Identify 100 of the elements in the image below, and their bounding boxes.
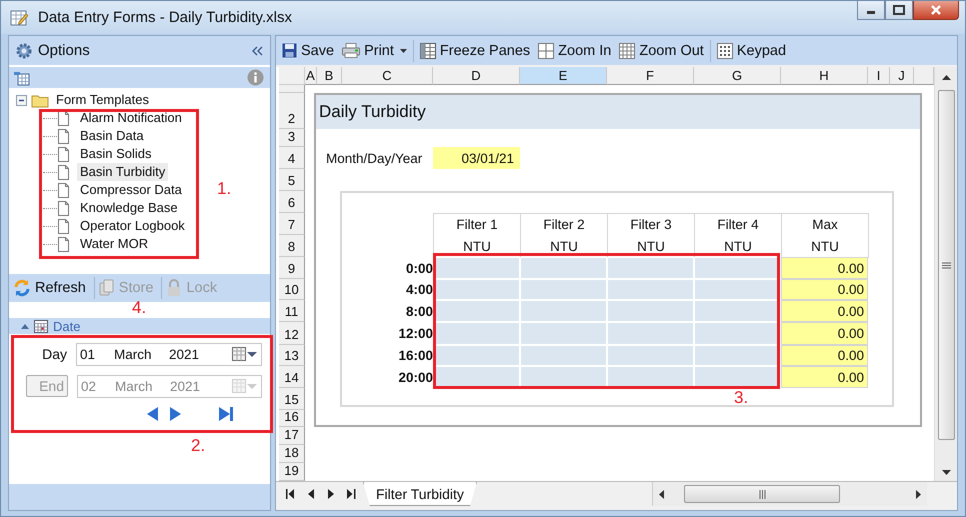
section-header[interactable]: Date [9, 318, 270, 334]
row-header[interactable]: 10 [279, 279, 305, 300]
row-header[interactable]: 14 [279, 366, 305, 388]
column-header[interactable]: I [868, 67, 890, 85]
row-header[interactable]: 3 [279, 129, 305, 147]
row-header[interactable]: 15 [279, 388, 305, 410]
tree-item[interactable]: Compressor Data [77, 181, 185, 199]
column-header[interactable]: B [317, 67, 342, 85]
row-header[interactable]: 13 [279, 345, 305, 366]
column-header[interactable]: D [433, 67, 520, 85]
info-icon[interactable] [247, 69, 264, 86]
lock-icon [166, 279, 182, 297]
previous-sheet-icon[interactable] [308, 489, 314, 499]
input-cell[interactable] [607, 345, 694, 366]
previous-icon[interactable] [147, 407, 159, 421]
row-header[interactable]: 8 [279, 235, 305, 257]
column-header[interactable]: G [694, 67, 781, 85]
scroll-left-icon[interactable] [659, 490, 664, 498]
next-sheet-icon[interactable] [328, 489, 334, 499]
tree-item[interactable]: Form Templates [53, 91, 152, 109]
max-cell: 0.00 [781, 257, 868, 279]
row-header[interactable]: 5 [279, 169, 305, 191]
max-cell: 0.00 [781, 366, 868, 388]
row-header[interactable]: 19 [279, 463, 305, 481]
save-button[interactable]: Save [278, 42, 338, 58]
row-header[interactable]: 6 [279, 191, 305, 213]
input-cell[interactable] [607, 257, 694, 279]
row-header[interactable]: 12 [279, 322, 305, 345]
scroll-thumb[interactable] [684, 485, 840, 503]
row-header[interactable]: 7 [279, 213, 305, 235]
horizontal-scrollbar[interactable] [652, 482, 927, 506]
tree-item[interactable]: Basin Solids [77, 145, 155, 163]
calendar-dropdown-icon[interactable] [232, 346, 258, 362]
input-cell[interactable] [607, 279, 694, 300]
page-icon [58, 200, 69, 216]
freeze-button[interactable]: Freeze Panes [416, 42, 534, 58]
last-sheet-icon[interactable] [347, 489, 356, 499]
input-cell[interactable] [520, 257, 607, 279]
column-header[interactable]: J [890, 67, 914, 85]
input-cell[interactable] [607, 300, 694, 322]
zoom-out-button[interactable]: Zoom Out [615, 42, 708, 58]
column-header[interactable]: E [520, 67, 607, 85]
keypad-button[interactable]: Keypad [712, 42, 790, 58]
input-cell[interactable] [433, 279, 520, 300]
row-header[interactable]: 4 [279, 147, 305, 169]
form-icon[interactable] [13, 69, 30, 86]
column-header[interactable]: F [607, 67, 694, 85]
row-header[interactable]: 16 [279, 410, 305, 427]
input-cell[interactable] [520, 279, 607, 300]
date-cell[interactable]: 03/01/21 [433, 147, 520, 169]
input-cell[interactable] [520, 322, 607, 345]
input-cell[interactable] [520, 300, 607, 322]
corner-cell[interactable] [279, 67, 305, 85]
tree-item[interactable]: Water MOR [77, 235, 152, 253]
print-button[interactable]: Print [338, 42, 411, 58]
input-cell[interactable] [433, 322, 520, 345]
row-header[interactable]: 17 [279, 427, 305, 445]
input-cell[interactable] [433, 257, 520, 279]
maximize-button[interactable] [885, 1, 913, 20]
row-header[interactable]: 11 [279, 300, 305, 322]
tree-item[interactable]: Basin Data [77, 127, 147, 145]
close-button[interactable] [913, 1, 959, 20]
row-header[interactable]: 9 [279, 257, 305, 279]
documents-icon [98, 279, 115, 297]
refresh-button[interactable]: Refresh [11, 279, 92, 297]
collapse-icon[interactable] [252, 46, 264, 56]
input-cell[interactable] [694, 257, 781, 279]
input-cell[interactable] [433, 345, 520, 366]
collapse-tree-icon[interactable] [16, 94, 27, 106]
last-icon[interactable] [219, 407, 234, 421]
column-header[interactable]: A [305, 67, 317, 85]
column-header[interactable]: H [781, 67, 868, 85]
tree-item[interactable]: Knowledge Base [77, 199, 181, 217]
row-header[interactable]: 18 [279, 445, 305, 463]
scroll-thumb[interactable] [938, 90, 954, 440]
scroll-up-icon[interactable] [942, 75, 950, 80]
input-cell[interactable] [607, 366, 694, 388]
column-header[interactable] [914, 67, 934, 85]
input-cell[interactable] [520, 366, 607, 388]
tree-item[interactable]: Operator Logbook [77, 217, 188, 235]
minimize-button[interactable] [857, 1, 885, 20]
first-sheet-icon[interactable] [286, 489, 295, 499]
scroll-down-icon[interactable] [942, 470, 950, 475]
zoom-in-button[interactable]: Zoom In [534, 42, 616, 58]
vertical-scrollbar[interactable] [934, 67, 957, 481]
input-cell[interactable] [607, 322, 694, 345]
tree-item[interactable]: Basin Turbidity [77, 163, 168, 181]
grip-icon [942, 262, 950, 268]
input-cell[interactable] [433, 300, 520, 322]
row-header[interactable]: 2 [279, 93, 305, 129]
sheet-tab[interactable]: Filter Turbidity [363, 482, 477, 506]
row-header[interactable] [279, 85, 305, 93]
gear-icon [15, 42, 33, 60]
scroll-right-icon[interactable] [916, 490, 921, 498]
tree-item[interactable]: Alarm Notification [77, 109, 185, 127]
next-icon[interactable] [169, 407, 181, 421]
date-field[interactable]: 01 March 2021 [76, 342, 262, 366]
column-heading: Max [781, 213, 869, 236]
input-cell[interactable] [520, 345, 607, 366]
column-header[interactable]: C [342, 67, 433, 85]
